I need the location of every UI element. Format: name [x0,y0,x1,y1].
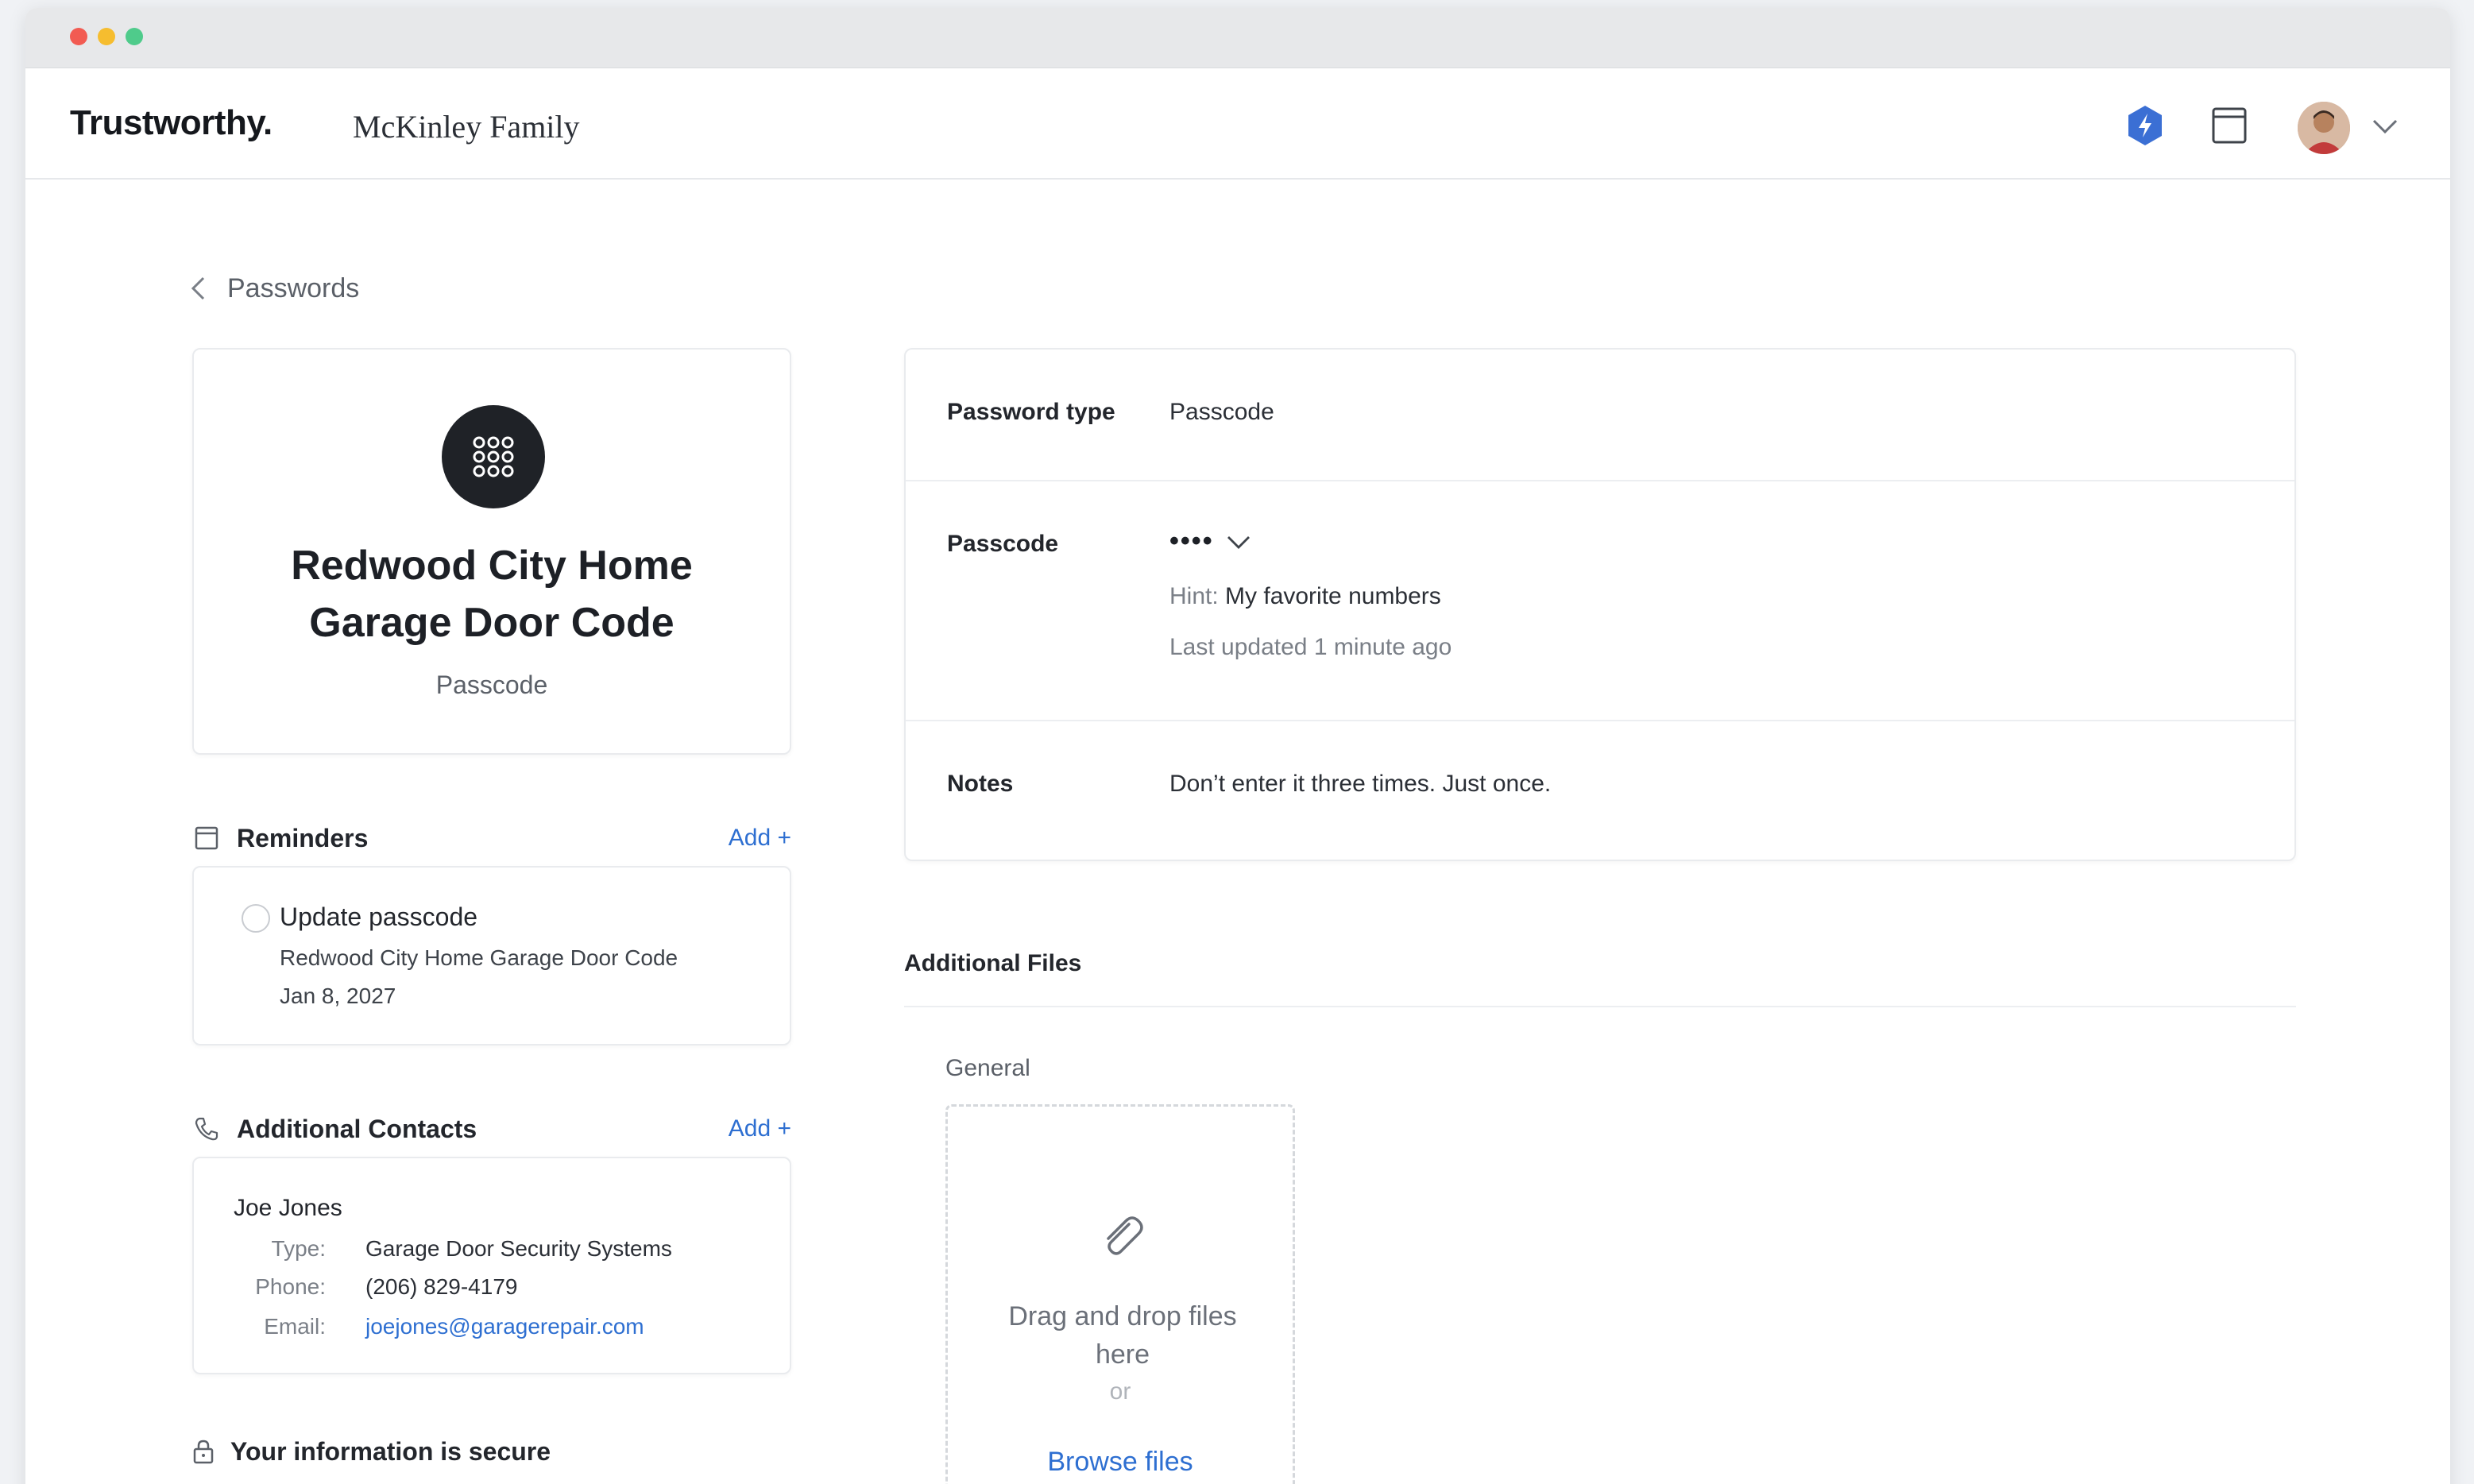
reminder-date: Jan 8, 2027 [280,984,396,1008]
password-type-label: Password type [947,399,1115,425]
back-to-passwords-link[interactable]: Passwords [189,269,359,308]
window-titlebar [25,8,2450,68]
contact-email-row: Email: joejones@garagerepair.com [234,1314,774,1346]
passcode-label: Passcode [947,531,1059,557]
dropzone-or-text: or [1109,1378,1131,1405]
reminders-title: Reminders [237,823,369,852]
contact-type-label: Type: [271,1236,326,1261]
password-type-value: Passcode [1169,399,1274,425]
additional-files-title: Additional Files [904,950,1082,976]
add-contact-button[interactable]: Add + [729,1115,791,1142]
reminder-subtitle: Redwood City Home Garage Door Code [280,945,678,970]
passcode-row: Passcode •••• Hint: My favorite numbers … [906,481,2294,721]
contact-type-value: Garage Door Security Systems [365,1236,672,1261]
shield-bolt-icon[interactable] [2123,103,2167,148]
contact-card[interactable]: Joe Jones Type: Garage Door Security Sys… [192,1157,791,1374]
chevron-down-icon[interactable] [2369,114,2401,138]
brand-logo[interactable]: Trustworthy. [70,103,273,143]
user-avatar[interactable] [2298,102,2350,154]
reminder-complete-checkbox[interactable] [242,904,270,933]
security-note-title: Your information is secure [230,1436,551,1466]
browse-files-button[interactable]: Browse files [948,1447,1293,1478]
contact-phone-label: Phone: [255,1274,326,1299]
passcode-reveal-toggle[interactable]: •••• [1169,526,1252,557]
reminder-card[interactable]: Update passcode Redwood City Home Garage… [192,866,791,1045]
password-title-line1: Redwood City Home [291,543,693,589]
add-reminder-button[interactable]: Add + [729,825,791,852]
password-summary-card: Redwood City Home Garage Door Code Passc… [192,348,791,755]
browser-window: Trustworthy. McKinley Family Passwords R… [25,8,2450,1484]
password-title: Redwood City Home Garage Door Code [194,537,790,651]
reminders-header: Reminders Add + [192,818,791,858]
file-dropzone[interactable]: Drag and drop files here or Browse files [945,1104,1295,1484]
maximize-window-button[interactable] [126,28,143,45]
passcode-masked-value: •••• [1169,526,1214,556]
contact-email-label: Email: [264,1314,326,1339]
contact-name: Joe Jones [234,1195,342,1221]
family-name: McKinley Family [353,109,580,145]
contacts-header: Additional Contacts Add + [192,1109,791,1149]
dropzone-text: Drag and drop files here [1008,1301,1237,1370]
chevron-left-icon [191,276,205,300]
contact-phone-value: (206) 829-4179 [365,1274,518,1299]
last-updated-text: Last updated 1 minute ago [1169,634,1452,660]
document-icon[interactable] [2207,103,2252,148]
notes-row: Notes Don’t enter it three times. Just o… [906,721,2294,860]
files-group-label: General [945,1055,1030,1081]
paperclip-icon [1107,1216,1143,1255]
reminder-title: Update passcode [280,902,478,931]
password-type-row: Password type Passcode [906,350,2294,481]
contacts-title: Additional Contacts [237,1114,477,1143]
chevron-down-icon [1227,535,1250,549]
hint-label: Hint: [1169,583,1219,609]
top-navigation: Trustworthy. McKinley Family [25,68,2450,180]
contact-type-row: Type: Garage Door Security Systems [234,1236,774,1268]
back-link-label: Passwords [227,272,360,303]
hint-value: My favorite numbers [1225,583,1441,609]
keypad-icon [442,405,545,508]
password-type-subtitle: Passcode [435,671,548,699]
contact-phone-row: Phone: (206) 829-4179 [234,1274,774,1306]
close-window-button[interactable] [70,28,87,45]
divider [904,1006,2296,1007]
calendar-icon [192,824,221,852]
phone-icon [192,1115,221,1143]
password-details-card: Password type Passcode Passcode •••• Hin… [904,348,2296,861]
lock-icon [193,1440,214,1464]
notes-value: Don’t enter it three times. Just once. [1169,771,1552,797]
notes-label: Notes [947,771,1014,797]
passcode-hint: Hint: My favorite numbers [1169,583,1441,610]
password-title-line2: Garage Door Code [309,600,675,646]
contact-email-link[interactable]: joejones@garagerepair.com [365,1314,644,1339]
minimize-window-button[interactable] [98,28,115,45]
security-note: Your information is secure [192,1432,551,1471]
